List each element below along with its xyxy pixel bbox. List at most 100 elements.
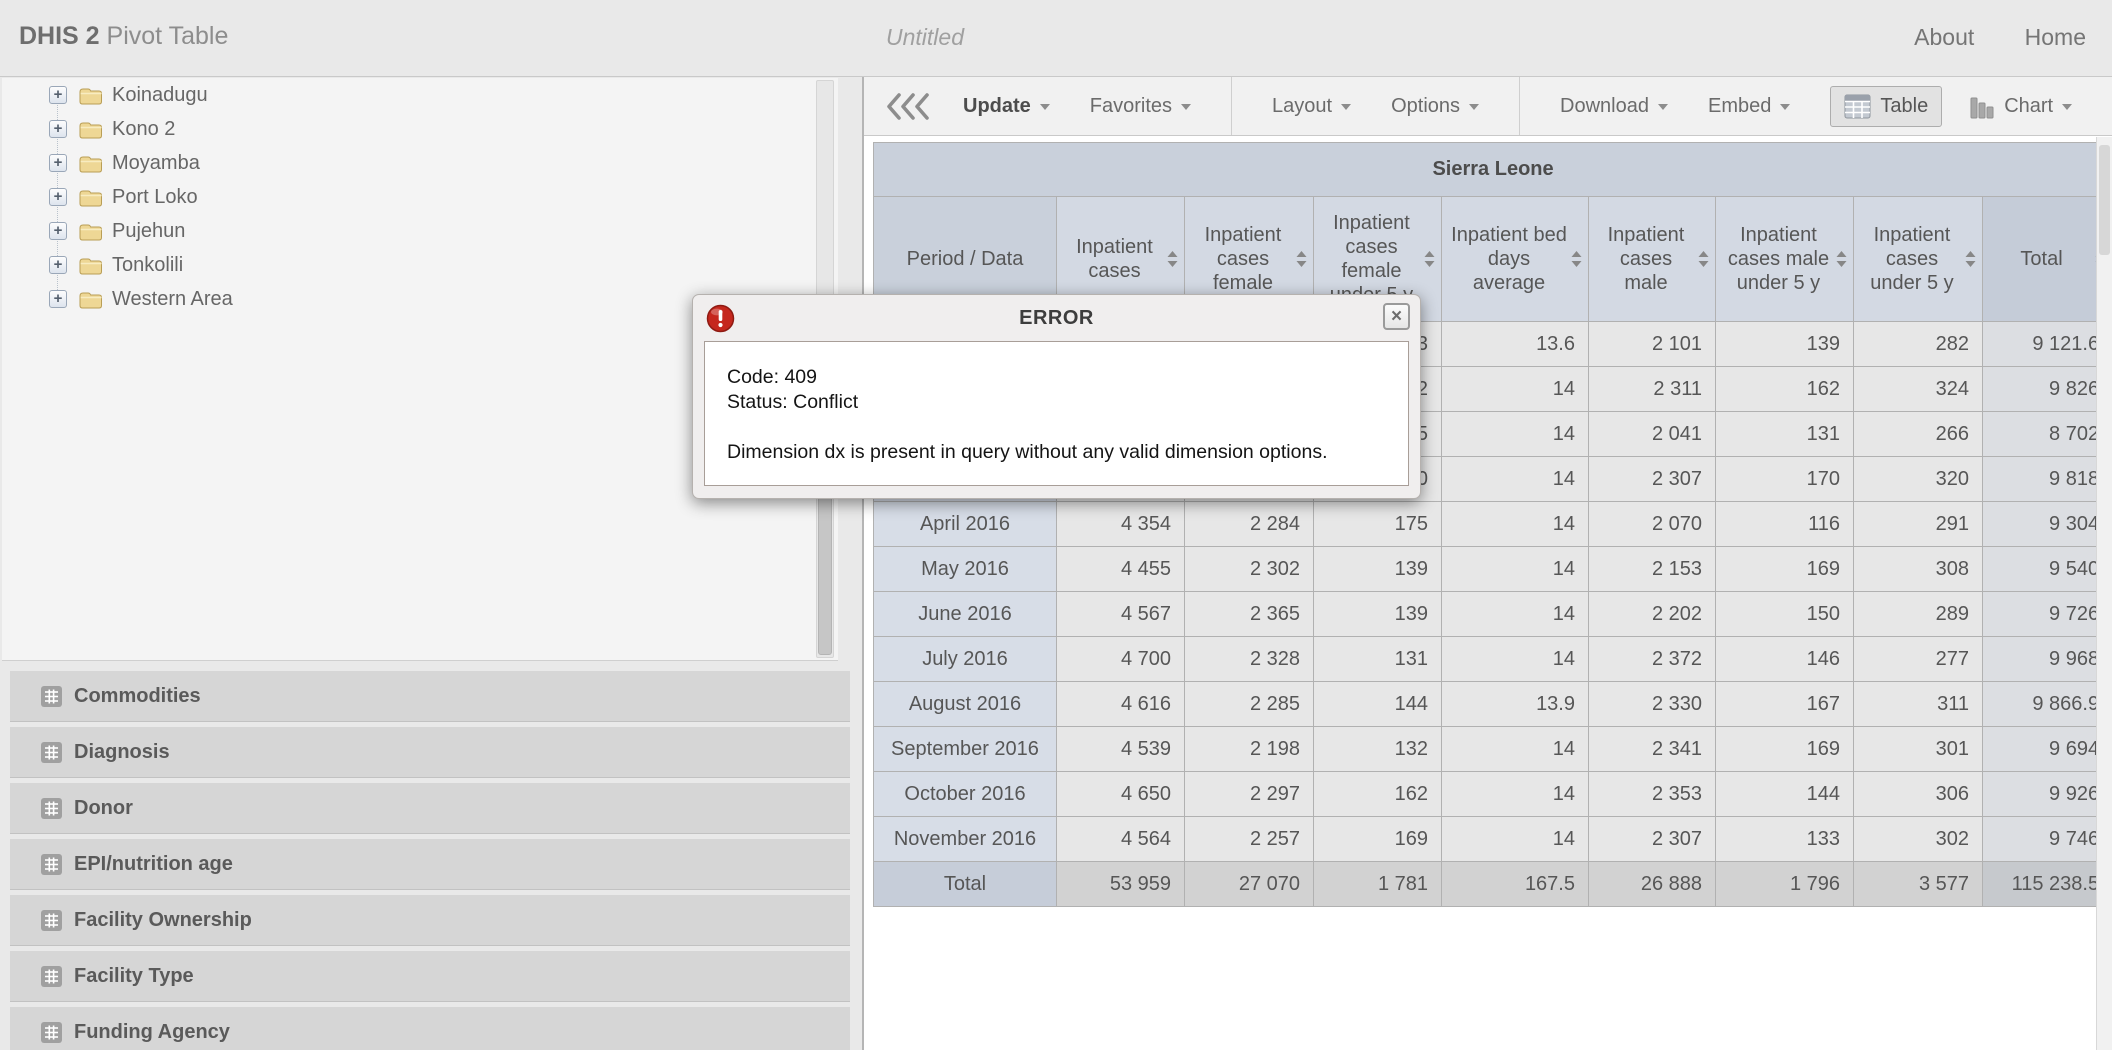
value-cell: 2 341 xyxy=(1589,727,1716,772)
value-cell: 2 297 xyxy=(1185,772,1314,817)
close-icon[interactable]: × xyxy=(1383,303,1410,330)
accordion-section-facility-ownership[interactable]: Facility Ownership xyxy=(10,894,850,946)
value-cell: 2 198 xyxy=(1185,727,1314,772)
value-cell: 169 xyxy=(1716,547,1854,592)
dimension-grid-icon xyxy=(40,685,63,708)
orgunit-tree: + Koinadugu + Kono 2 + Moyamba + Port Loko + Puje… xyxy=(2,78,838,316)
table-view-button[interactable]: Table xyxy=(1830,86,1942,127)
dimension-grid-icon xyxy=(40,965,63,988)
sort-icon[interactable] xyxy=(1836,251,1847,267)
tree-item-label[interactable]: Western Area xyxy=(112,282,233,316)
value-cell: 139 xyxy=(1314,547,1442,592)
accordion-section-commodities[interactable]: Commodities xyxy=(10,670,850,722)
value-cell: 9 866.9 xyxy=(1983,682,2097,727)
tree-item-label[interactable]: Koinadugu xyxy=(112,78,208,112)
value-cell: 282 xyxy=(1854,322,1983,367)
value-cell: 4 354 xyxy=(1057,502,1185,547)
expand-icon[interactable]: + xyxy=(49,120,67,138)
app-title-bold: DHIS 2 xyxy=(19,22,100,50)
error-code-line: Code: 409 xyxy=(727,365,1398,390)
value-cell: 139 xyxy=(1716,322,1854,367)
value-cell: 14 xyxy=(1442,367,1589,412)
folder-icon xyxy=(78,256,102,276)
value-cell: 2 257 xyxy=(1185,817,1314,862)
favorites-button[interactable]: Favorites xyxy=(1090,95,1191,118)
value-cell: 14 xyxy=(1442,637,1589,682)
accordion-section-diagnosis[interactable]: Diagnosis xyxy=(10,726,850,778)
expand-icon[interactable]: + xyxy=(49,290,67,308)
value-cell: 4 616 xyxy=(1057,682,1185,727)
caret-down-icon xyxy=(1469,104,1479,115)
accordion-section-label: Facility Ownership xyxy=(74,909,252,932)
value-cell: 8 702 xyxy=(1983,412,2097,457)
sort-icon[interactable] xyxy=(1965,251,1976,267)
sort-icon[interactable] xyxy=(1571,251,1582,267)
expand-icon[interactable]: + xyxy=(49,86,67,104)
expand-icon[interactable]: + xyxy=(49,256,67,274)
content-scrollbar-thumb[interactable] xyxy=(2099,145,2110,255)
content-scrollbar[interactable] xyxy=(2096,137,2112,1050)
value-cell: 14 xyxy=(1442,772,1589,817)
value-cell: 2 070 xyxy=(1589,502,1716,547)
expand-icon[interactable]: + xyxy=(49,154,67,172)
period-cell: August 2016 xyxy=(874,682,1057,727)
update-button[interactable]: Update xyxy=(963,95,1050,118)
sort-icon[interactable] xyxy=(1296,251,1307,267)
value-cell: 2 307 xyxy=(1589,457,1716,502)
value-cell: 4 564 xyxy=(1057,817,1185,862)
table-row: June 20164 5672 365139142 2021502899 726 xyxy=(874,592,2097,637)
tree-item-label[interactable]: Kono 2 xyxy=(112,112,175,146)
value-cell: 311 xyxy=(1854,682,1983,727)
about-link[interactable]: About xyxy=(1914,24,1974,50)
value-cell: 167 xyxy=(1716,682,1854,727)
expand-icon[interactable]: + xyxy=(49,222,67,240)
collapse-west-panel-button[interactable] xyxy=(886,93,941,120)
value-cell: 4 650 xyxy=(1057,772,1185,817)
error-dialog-titlebar[interactable]: ERROR × xyxy=(693,295,1420,341)
accordion-section-epi-nutrition-age[interactable]: EPI/nutrition age xyxy=(10,838,850,890)
chart-view-button[interactable]: Chart xyxy=(1970,94,2072,119)
expand-icon[interactable]: + xyxy=(49,188,67,206)
value-cell: 14 xyxy=(1442,727,1589,772)
tree-item-label[interactable]: Moyamba xyxy=(112,146,200,180)
period-cell: July 2016 xyxy=(874,637,1057,682)
value-cell: 9 818 xyxy=(1983,457,2097,502)
sort-icon[interactable] xyxy=(1424,251,1435,267)
tree-item-label[interactable]: Tonkolili xyxy=(112,248,183,282)
download-button[interactable]: Download xyxy=(1560,95,1668,118)
embed-button[interactable]: Embed xyxy=(1708,95,1790,118)
sort-icon[interactable] xyxy=(1698,251,1709,267)
accordion-section-donor[interactable]: Donor xyxy=(10,782,850,834)
value-cell: 4 455 xyxy=(1057,547,1185,592)
error-blank-line xyxy=(727,415,1398,440)
column-header-cell[interactable]: Inpatient cases male under 5 y xyxy=(1716,197,1854,322)
tree-item-label[interactable]: Pujehun xyxy=(112,214,185,248)
value-cell: 266 xyxy=(1854,412,1983,457)
layout-button[interactable]: Layout xyxy=(1272,95,1351,118)
column-header-cell[interactable]: Inpatient bed days average xyxy=(1442,197,1589,322)
period-cell: April 2016 xyxy=(874,502,1057,547)
column-header-cell[interactable]: Inpatient cases under 5 y xyxy=(1854,197,1983,322)
value-cell: 175 xyxy=(1314,502,1442,547)
sort-icon[interactable] xyxy=(1167,251,1178,267)
accordion-section-facility-type[interactable]: Facility Type xyxy=(10,950,850,1002)
value-cell: 167.5 xyxy=(1442,862,1589,907)
tree-item-label[interactable]: Port Loko xyxy=(112,180,198,214)
accordion-section-label: Facility Type xyxy=(74,965,194,988)
table-row: September 20164 5392 198132142 341169301… xyxy=(874,727,2097,772)
error-status-line: Status: Conflict xyxy=(727,390,1398,415)
error-message-line: Dimension dx is present in query without… xyxy=(727,440,1398,465)
value-cell: 14 xyxy=(1442,412,1589,457)
folder-icon xyxy=(78,86,102,106)
period-cell: June 2016 xyxy=(874,592,1057,637)
value-cell: 133 xyxy=(1716,817,1854,862)
column-header-cell[interactable]: Total xyxy=(1983,197,2097,322)
options-button[interactable]: Options xyxy=(1391,95,1479,118)
home-link[interactable]: Home xyxy=(2025,24,2086,50)
value-cell: 2 285 xyxy=(1185,682,1314,727)
accordion-section-label: Commodities xyxy=(74,685,201,708)
toolbar-separator xyxy=(1231,77,1232,135)
column-header-cell[interactable]: Inpatient cases male xyxy=(1589,197,1716,322)
value-cell: 146 xyxy=(1716,637,1854,682)
accordion-section-funding-agency[interactable]: Funding Agency xyxy=(10,1006,850,1050)
